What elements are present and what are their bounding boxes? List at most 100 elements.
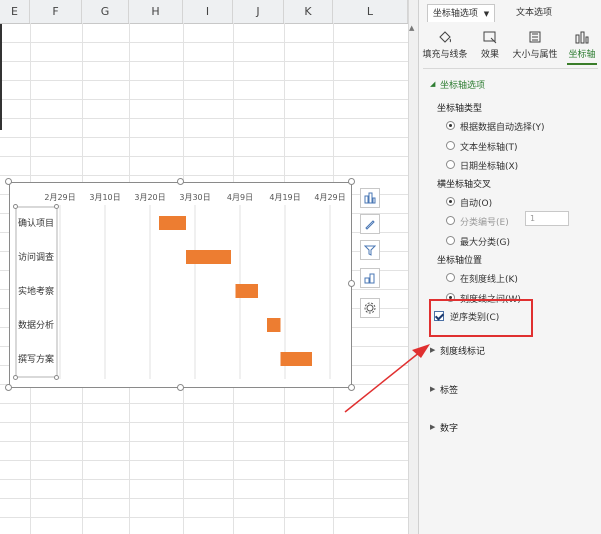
radio-cross-max-category[interactable]: [446, 236, 455, 245]
column-header-i[interactable]: I: [183, 0, 233, 23]
active-tool-underline: [567, 63, 597, 65]
gantt-bar[interactable]: [267, 318, 281, 332]
grid-row-line: [0, 175, 408, 176]
gantt-bar[interactable]: [235, 284, 259, 298]
expand-labels-icon[interactable]: ▶: [430, 385, 435, 393]
column-header-h[interactable]: H: [129, 0, 183, 23]
grid-row-line: [0, 118, 408, 119]
axis-position-title: 坐标轴位置: [437, 256, 483, 266]
tab-axis-options[interactable]: 坐标轴选项 ▼: [427, 4, 495, 22]
radio-date-axis[interactable]: [446, 160, 455, 169]
filter-icon: [364, 245, 376, 256]
x-tick-label: 3月30日: [179, 193, 210, 202]
radio-date-axis-label[interactable]: 日期坐标轴(X): [460, 159, 518, 172]
plot-area-handle-tr[interactable]: [54, 204, 59, 209]
grid-row-line: [0, 42, 408, 43]
gantt-bar[interactable]: [280, 352, 313, 366]
gear-icon: [364, 302, 376, 314]
axis-bars-icon: [575, 31, 589, 44]
grid-row-line: [0, 498, 408, 499]
tool-size-properties-label: 大小与属性: [512, 50, 558, 60]
grid-row-line: [0, 137, 408, 138]
section-labels[interactable]: 标签: [440, 383, 458, 396]
tool-size-properties[interactable]: 大小与属性: [509, 30, 561, 60]
grid-row-line: [0, 99, 408, 100]
tool-axis[interactable]: 坐标轴: [565, 30, 599, 60]
chart-quick-layout-button[interactable]: [360, 268, 380, 288]
tool-fill-line[interactable]: 填充与线条: [421, 30, 469, 60]
column-header-l[interactable]: L: [333, 0, 408, 23]
expand-tick-marks-icon[interactable]: ▶: [430, 346, 435, 354]
x-tick-label: 4月29日: [314, 193, 345, 202]
column-header-f[interactable]: F: [30, 0, 82, 23]
chart-resize-handle-tm[interactable]: [177, 178, 184, 185]
expand-number-icon[interactable]: ▶: [430, 423, 435, 431]
gantt-chart[interactable]: 2月29日 3月10日 3月20日 3月30日 4月9日 4月19日 4月29日 确认项目 访问…: [9, 182, 352, 388]
category-number-input[interactable]: 1: [525, 211, 569, 226]
plot-area-handle-tl[interactable]: [13, 204, 18, 209]
chart-filter-button[interactable]: [360, 240, 380, 260]
chart-resize-handle-br[interactable]: [348, 384, 355, 391]
chart-resize-handle-mr[interactable]: [348, 280, 355, 287]
grid-row-line: [0, 80, 408, 81]
gantt-bar[interactable]: [186, 250, 231, 264]
radio-on-tick-marks-label[interactable]: 在刻度线上(K): [460, 272, 518, 285]
column-header-row: E F G H I J K L: [0, 0, 408, 24]
radio-cross-category-number[interactable]: [446, 216, 455, 225]
radio-auto-select[interactable]: [446, 121, 455, 130]
category-label: 实地考察: [18, 285, 54, 297]
grid-row-line: [0, 441, 408, 442]
chart-elements-button[interactable]: [360, 188, 380, 208]
chart-resize-handle-tl[interactable]: [5, 178, 12, 185]
category-label: 确认项目: [18, 217, 54, 229]
gantt-bar[interactable]: [159, 216, 186, 230]
plot-area-handle-bl[interactable]: [13, 375, 18, 380]
x-tick-label: 2月29日: [44, 193, 75, 202]
size-properties-icon: [529, 31, 541, 43]
tool-fill-line-label: 填充与线条: [422, 50, 468, 60]
category-label: 撰写方案: [18, 353, 54, 365]
effects-icon: [483, 31, 497, 44]
radio-cross-category-number-label[interactable]: 分类编号(E): [460, 215, 509, 228]
radio-text-axis-label[interactable]: 文本坐标轴(T): [460, 140, 518, 153]
column-header-k[interactable]: K: [284, 0, 333, 23]
column-header-e[interactable]: E: [0, 0, 30, 23]
scroll-up-arrow-icon[interactable]: ▲: [409, 24, 417, 32]
x-tick-label: 3月10日: [89, 193, 120, 202]
radio-cross-max-category-label[interactable]: 最大分类(G): [460, 235, 510, 248]
brush-icon: [365, 220, 375, 230]
tool-effects[interactable]: 效果: [475, 30, 505, 60]
axis-cross-title: 横坐标轴交叉: [437, 180, 492, 190]
radio-auto-select-label[interactable]: 根据数据自动选择(Y): [460, 120, 545, 133]
grid-row-line: [0, 156, 408, 157]
chart-style-button[interactable]: [360, 214, 380, 234]
section-number[interactable]: 数字: [440, 421, 458, 434]
radio-on-tick-marks[interactable]: [446, 273, 455, 282]
chart-canvas: 2月29日 3月10日 3月20日 3月30日 4月9日 4月19日 4月29日确认项目访问…: [15, 193, 346, 379]
section-tick-marks[interactable]: 刻度线标记: [440, 344, 485, 357]
highlight-box: [429, 299, 533, 337]
chart-elements-icon: [364, 192, 376, 204]
radio-cross-auto-label[interactable]: 自动(O): [460, 196, 492, 209]
fill-bucket-icon: [439, 31, 451, 43]
chart-resize-handle-tr[interactable]: [348, 178, 355, 185]
radio-cross-auto[interactable]: [446, 197, 455, 206]
chevron-down-icon[interactable]: ▼: [484, 10, 489, 18]
tab-axis-options-label: 坐标轴选项: [432, 9, 478, 19]
plot-area-handle-br[interactable]: [54, 375, 59, 380]
chart-resize-handle-bm[interactable]: [177, 384, 184, 391]
grid-row-line: [0, 517, 408, 518]
column-header-g[interactable]: G: [82, 0, 129, 23]
grid-row-line: [0, 61, 408, 62]
x-tick-label: 4月9日: [227, 193, 253, 202]
column-header-j[interactable]: J: [233, 0, 284, 23]
chart-resize-handle-bl[interactable]: [5, 384, 12, 391]
section-collapse-icon[interactable]: ◢: [430, 80, 435, 88]
category-label: 数据分析: [18, 319, 54, 331]
chart-settings-button[interactable]: [360, 298, 380, 318]
tab-text-options[interactable]: 文本选项: [499, 4, 569, 22]
format-axis-panel: 坐标轴选项 ▼ 文本选项 填充与线条 效果 大小与属性 坐标轴 ◢ 坐标轴选项 …: [418, 0, 601, 534]
radio-text-axis[interactable]: [446, 141, 455, 150]
axis-type-title: 坐标轴类型: [437, 104, 483, 114]
section-axis-options-title[interactable]: 坐标轴选项: [440, 78, 485, 91]
